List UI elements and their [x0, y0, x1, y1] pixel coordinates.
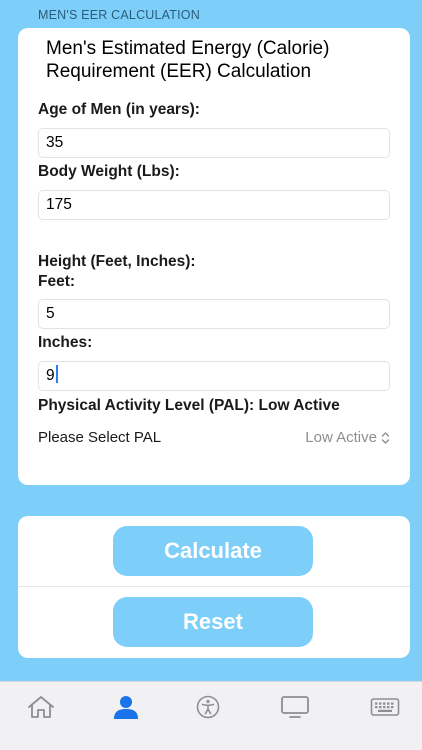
display-icon	[281, 696, 309, 718]
inches-label: Inches:	[38, 334, 93, 351]
actions-card: Calculate Reset	[18, 516, 410, 658]
pal-selected-value: Low Active	[305, 429, 377, 446]
weight-label: Body Weight (Lbs):	[38, 163, 180, 180]
pal-select[interactable]: Low Active	[305, 429, 390, 446]
age-label: Age of Men (in years):	[38, 101, 200, 118]
feet-label: Feet:	[38, 273, 76, 290]
pal-select-label: Please Select PAL	[38, 429, 162, 446]
text-caret	[55, 365, 58, 384]
inches-value: 9	[46, 367, 55, 384]
tab-accessibility[interactable]	[183, 692, 233, 722]
tab-keyboard[interactable]	[360, 692, 410, 722]
calculate-button[interactable]: Calculate	[113, 526, 313, 576]
age-input[interactable]: 35	[38, 128, 390, 158]
eer-form-card: Men's Estimated Energy (Calorie) Require…	[18, 28, 410, 485]
weight-input[interactable]: 175	[38, 190, 390, 220]
chevron-up-down-icon	[381, 431, 390, 444]
feet-input[interactable]: 5	[38, 299, 390, 329]
section-header: MEN'S EER CALCULATION	[38, 8, 200, 22]
tab-home[interactable]	[16, 692, 66, 722]
inches-input[interactable]: 9	[38, 361, 390, 391]
height-label: Height (Feet, Inches):	[38, 253, 196, 270]
keyboard-icon	[370, 698, 400, 716]
person-icon	[114, 696, 138, 719]
pal-picker-row[interactable]: Please Select PAL Low Active	[38, 429, 390, 451]
accessibility-icon	[196, 695, 220, 719]
tab-person[interactable]	[101, 692, 151, 722]
reset-button[interactable]: Reset	[113, 597, 313, 647]
form-title: Men's Estimated Energy (Calorie) Require…	[46, 38, 330, 82]
tab-bar	[0, 681, 422, 750]
pal-heading: Physical Activity Level (PAL): Low Activ…	[38, 397, 340, 414]
home-icon	[28, 696, 54, 718]
divider	[18, 586, 410, 587]
tab-display[interactable]	[270, 692, 320, 722]
